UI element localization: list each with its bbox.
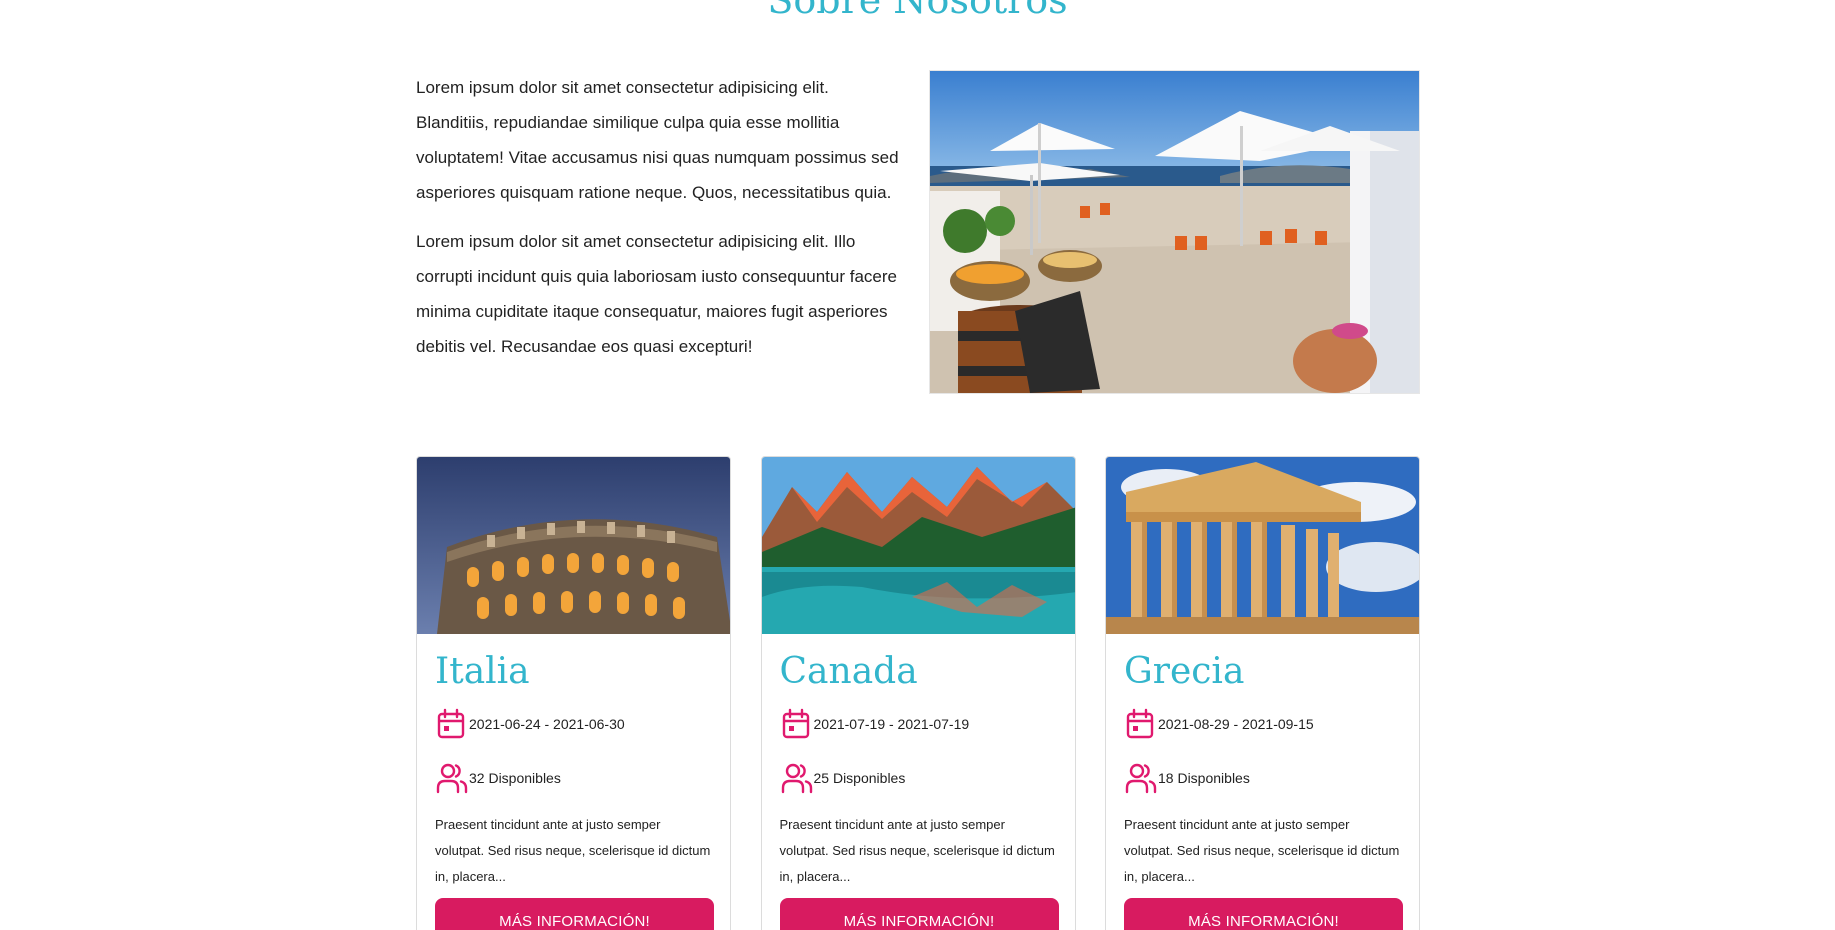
users-icon	[436, 763, 468, 794]
card-title: Canada	[779, 651, 918, 692]
card-title: Grecia	[1124, 651, 1245, 692]
tour-card-canada: Canada 2021-07-19 - 2021-07-19 25 Dispon…	[760, 456, 1076, 930]
about-image	[929, 70, 1420, 394]
calendar-icon	[437, 708, 465, 739]
card-availability: 25 Disponibles	[780, 758, 1057, 798]
card-description: Praesent tincidunt ante at justo semper …	[1124, 817, 1400, 884]
card-availability-text: 25 Disponibles	[813, 770, 906, 786]
card-dates-text: 2021-06-24 - 2021-06-30	[469, 716, 625, 732]
mountain-lake-image	[761, 457, 1075, 634]
card-description: Praesent tincidunt ante at justo semper …	[435, 817, 711, 884]
card-dates: 2021-08-29 - 2021-09-15	[1124, 704, 1401, 744]
colosseum-image	[417, 457, 730, 634]
section-title: Sobre Nosotros	[767, 0, 1068, 22]
about-paragraph: Lorem ipsum dolor sit amet consectetur a…	[416, 78, 899, 202]
card-body: Canada 2021-07-19 - 2021-07-19 25 Dispon…	[762, 650, 1075, 930]
card-dates-text: 2021-07-19 - 2021-07-19	[813, 716, 970, 732]
more-info-button[interactable]: Más información!	[779, 898, 1059, 930]
card-body: Italia 2021-06-24 - 2021-06-30 32 Dispon…	[417, 650, 730, 930]
more-info-button[interactable]: Más información!	[1124, 898, 1403, 930]
calendar-icon	[782, 708, 809, 739]
card-dates-text: 2021-08-29 - 2021-09-15	[1158, 716, 1314, 732]
card-description: Praesent tincidunt ante at justo semper …	[779, 817, 1055, 884]
card-body: Grecia 2021-08-29 - 2021-09-15 18 Dispon…	[1106, 650, 1419, 930]
more-info-button[interactable]: Más información!	[435, 898, 714, 930]
card-dates: 2021-07-19 - 2021-07-19	[780, 704, 1057, 744]
cafe-terrace-image	[930, 71, 1419, 393]
about-section: Lorem ipsum dolor sit amet consectetur a…	[416, 70, 1420, 394]
card-dates: 2021-06-24 - 2021-06-30	[435, 704, 712, 744]
tour-card-grecia: Grecia 2021-08-29 - 2021-09-15 18 Dispon…	[1105, 456, 1420, 930]
tour-cards: Italia 2021-06-24 - 2021-06-30 32 Dispon…	[416, 456, 1420, 930]
users-icon	[1125, 763, 1157, 794]
card-title: Italia	[435, 651, 530, 692]
users-icon	[781, 763, 812, 794]
tour-card-italia: Italia 2021-06-24 - 2021-06-30 32 Dispon…	[416, 456, 731, 930]
page: Sobre Nosotros Lorem ipsum dolor sit ame…	[0, 0, 1835, 930]
about-paragraph: Lorem ipsum dolor sit amet consectetur a…	[416, 232, 897, 356]
card-availability: 18 Disponibles	[1124, 758, 1401, 798]
card-availability: 32 Disponibles	[435, 758, 712, 798]
card-availability-text: 32 Disponibles	[469, 770, 561, 786]
about-text: Lorem ipsum dolor sit amet consectetur a…	[416, 70, 901, 394]
parthenon-image	[1106, 457, 1419, 634]
calendar-icon	[1126, 708, 1154, 739]
card-availability-text: 18 Disponibles	[1158, 770, 1250, 786]
